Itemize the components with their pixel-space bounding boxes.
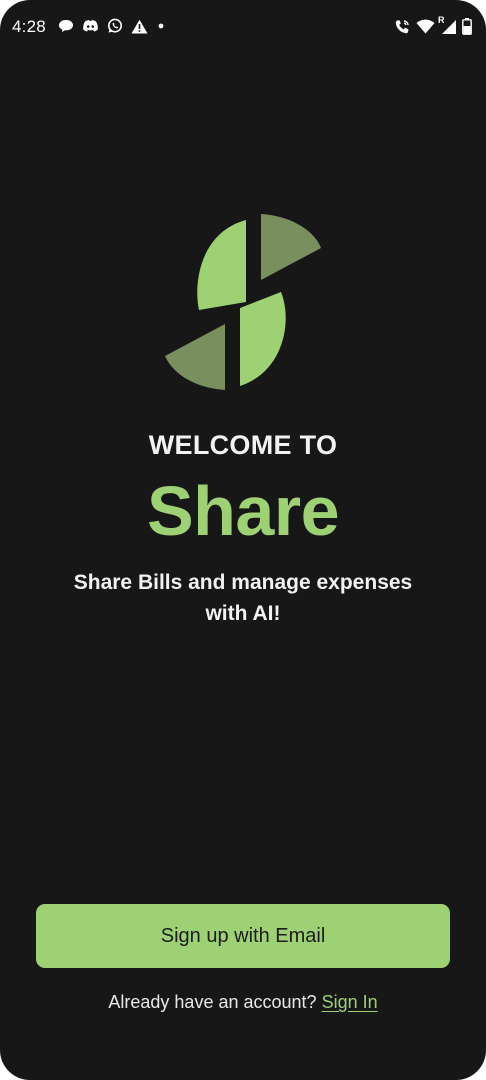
- roaming-indicator: R: [438, 14, 445, 25]
- discord-icon: [82, 19, 99, 34]
- status-bar: 4:28 R: [0, 0, 486, 56]
- system-icons: R: [394, 15, 472, 35]
- notification-icons: [58, 18, 166, 34]
- app-screen: 4:28 R WELCOME TO Share Share Bills and …: [0, 0, 486, 1080]
- signin-row: Already have an account? Sign In: [0, 992, 486, 1013]
- dot-icon: [156, 21, 166, 31]
- wifi-icon: [416, 19, 435, 34]
- whatsapp-icon: [107, 18, 123, 34]
- warning-icon: [131, 19, 148, 34]
- share-logo: [163, 212, 323, 392]
- battery-icon: [462, 18, 472, 35]
- status-time: 4:28: [12, 17, 46, 36]
- wifi-calling-icon: [394, 19, 411, 35]
- tagline: Share Bills and manage expenses with AI!: [73, 571, 413, 625]
- app-name: Share: [146, 472, 340, 550]
- signin-link[interactable]: Sign In: [322, 992, 378, 1012]
- cell-signal-roaming-icon: R: [438, 15, 457, 35]
- signup-button-label: Sign up with Email: [160, 924, 326, 947]
- signup-email-button[interactable]: Sign up with Email: [36, 904, 450, 968]
- welcome-heading: WELCOME TO: [148, 430, 338, 460]
- chat-bubble-icon: [58, 18, 74, 34]
- signin-prompt: Already have an account?: [108, 992, 317, 1012]
